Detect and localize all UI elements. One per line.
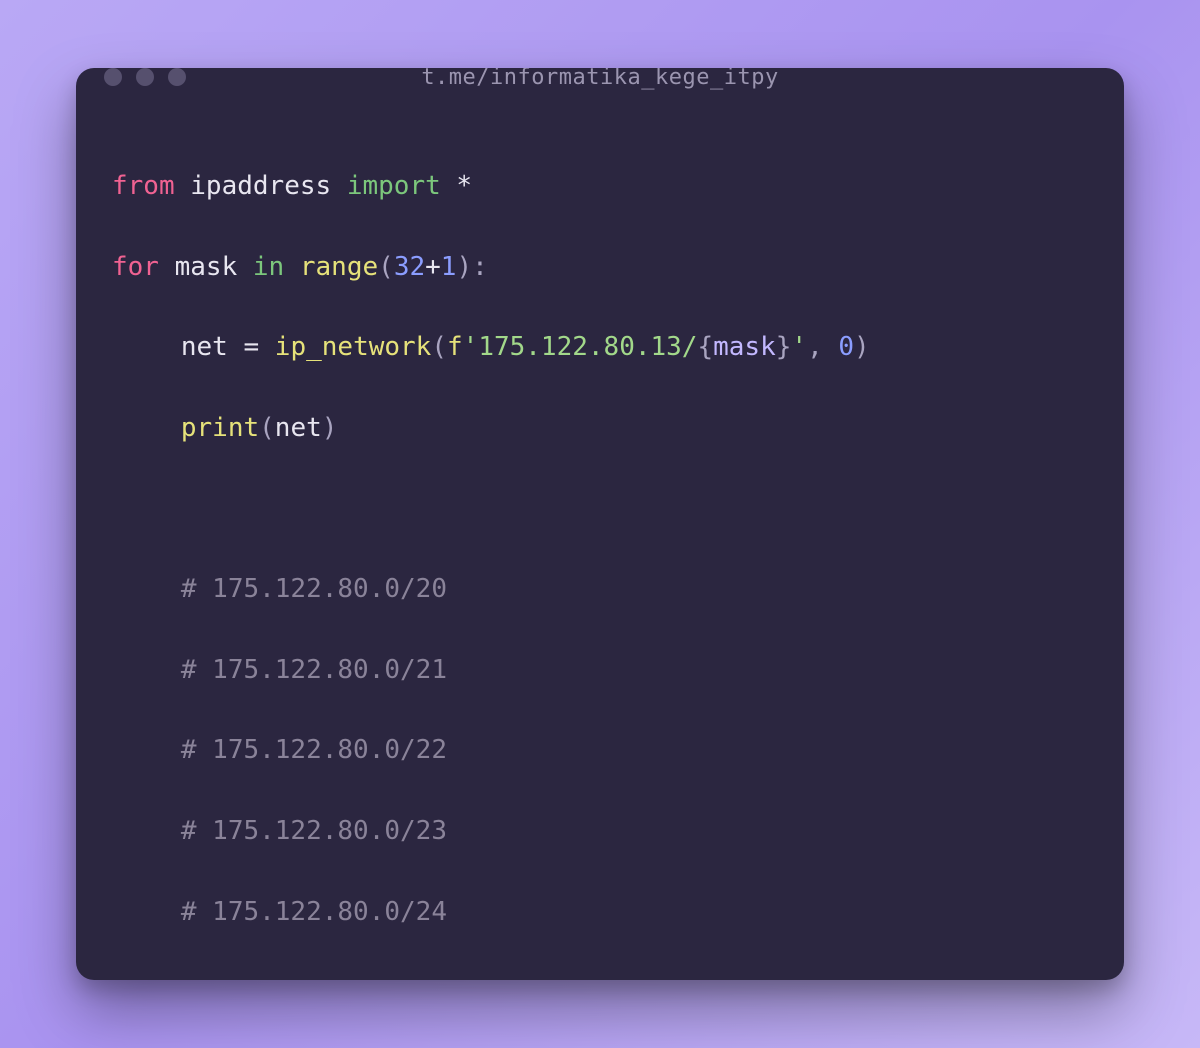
comment-line-2: # 175.122.80.0/21 <box>112 650 1088 690</box>
blank-line <box>112 489 1088 529</box>
paren-open-2: ( <box>431 332 447 362</box>
fstring-rbrace: } <box>776 332 792 362</box>
paren-close: ) <box>456 252 472 282</box>
comment-line-5: # 175.122.80.0/24 <box>112 892 1088 932</box>
comment: # 175.122.80.0/25 <box>181 977 447 980</box>
comment: # 175.122.80.0/24 <box>181 897 447 927</box>
loop-var: mask <box>175 252 238 282</box>
arg-zero: 0 <box>838 332 854 362</box>
eq: = <box>228 332 275 362</box>
comment: # 175.122.80.0/20 <box>181 574 447 604</box>
keyword-from: from <box>112 171 175 201</box>
comment-line-1: # 175.122.80.0/20 <box>112 569 1088 609</box>
fn-print: print <box>181 413 259 443</box>
print-arg: net <box>275 413 322 443</box>
minimize-icon[interactable] <box>136 68 154 86</box>
fstring-open: ' <box>463 332 479 362</box>
paren-open: ( <box>378 252 394 282</box>
code-window: t.me/informatika_kege_itpy from ipaddres… <box>76 68 1124 980</box>
comment-line-3: # 175.122.80.0/22 <box>112 730 1088 770</box>
import-star: * <box>456 171 472 201</box>
colon: : <box>472 252 488 282</box>
titlebar: t.me/informatika_kege_itpy <box>76 68 1124 86</box>
fstring-var: mask <box>713 332 776 362</box>
fn-range: range <box>300 252 378 282</box>
fstring-lbrace: { <box>697 332 713 362</box>
fstring-ip: 175.122.80.13/ <box>478 332 697 362</box>
keyword-import: import <box>347 171 441 201</box>
plus: + <box>425 252 441 282</box>
maximize-icon[interactable] <box>168 68 186 86</box>
code-line-1: from ipaddress import * <box>112 166 1088 206</box>
net-var: net <box>181 332 228 362</box>
keyword-in: in <box>253 252 284 282</box>
keyword-for: for <box>112 252 159 282</box>
fn-ipnetwork: ip_network <box>275 332 432 362</box>
paren-open-3: ( <box>259 413 275 443</box>
paren-close-3: ) <box>322 413 338 443</box>
fstring-close: ' <box>791 332 807 362</box>
range-num: 32 <box>394 252 425 282</box>
comment: # 175.122.80.0/21 <box>181 655 447 685</box>
comment: # 175.122.80.0/22 <box>181 735 447 765</box>
code-line-4: print(net) <box>112 408 1088 448</box>
module-name: ipaddress <box>190 171 331 201</box>
code-line-2: for mask in range(32+1): <box>112 247 1088 287</box>
traffic-lights <box>104 68 186 86</box>
paren-close-2: ) <box>854 332 870 362</box>
close-icon[interactable] <box>104 68 122 86</box>
comment-line-4: # 175.122.80.0/23 <box>112 811 1088 851</box>
comma: , <box>807 332 838 362</box>
code-area: from ipaddress import * for mask in rang… <box>76 86 1124 980</box>
code-line-3: net = ip_network(f'175.122.80.13/{mask}'… <box>112 327 1088 367</box>
range-one: 1 <box>441 252 457 282</box>
comment-line-6: # 175.122.80.0/25 <box>112 972 1088 980</box>
comment: # 175.122.80.0/23 <box>181 816 447 846</box>
fstring-prefix: f <box>447 332 463 362</box>
